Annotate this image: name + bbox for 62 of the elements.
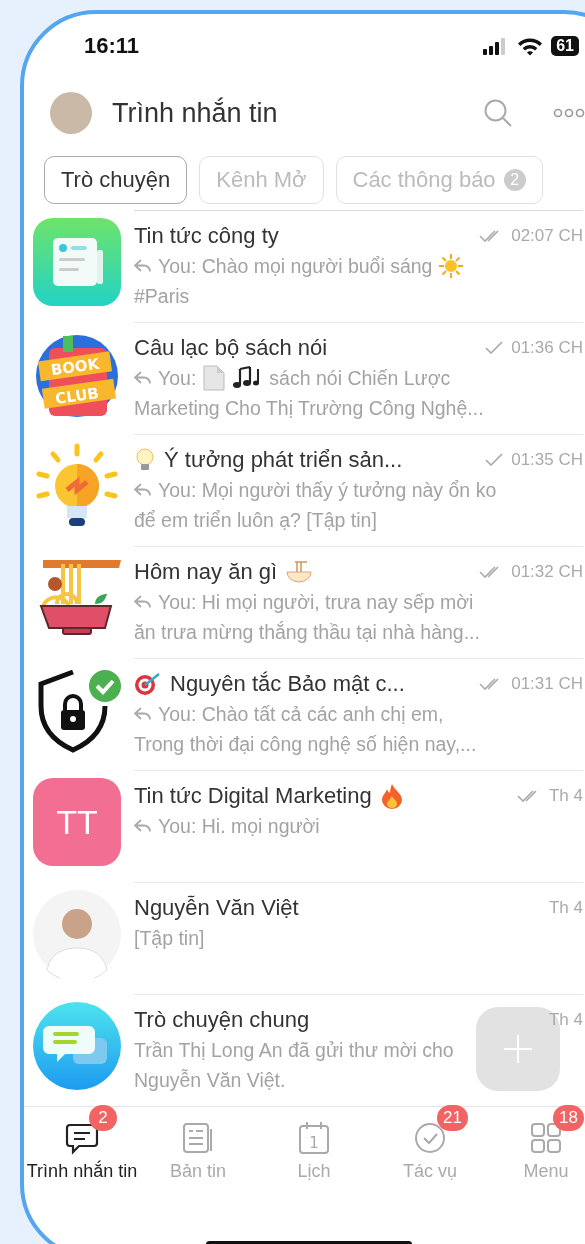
noodle-bowl-icon: [285, 560, 314, 584]
chat-time: 02:07 CH: [511, 226, 583, 246]
message-preview: [Tập tin]: [134, 926, 205, 951]
check-circle-icon: [413, 1121, 447, 1155]
grid-icon: [529, 1121, 563, 1155]
flame-icon: [379, 783, 404, 809]
chat-title: Tin tức công ty: [134, 223, 279, 249]
message-preview: You: Chào tất cả các anh chị em,: [158, 702, 444, 727]
chat-title: Trò chuyện chung: [134, 1007, 310, 1033]
initials-avatar: TT: [33, 778, 121, 866]
message-preview: ăn trưa mừng thắng thầu tại nhà hàng...: [134, 620, 480, 645]
chat-title: Tin tức Digital Marketing: [134, 783, 372, 809]
profile-avatar[interactable]: [50, 92, 92, 134]
message-preview: Trong thời đại công nghệ số hiện nay,...: [134, 732, 477, 757]
more-icon[interactable]: [553, 108, 585, 118]
lightbulb-icon: [134, 448, 156, 472]
filter-chip[interactable]: Trò chuyện: [44, 156, 188, 204]
chat-title: Nguyên tắc Bảo mật c...: [170, 671, 405, 697]
chat-title: Câu lạc bộ sách nói: [134, 335, 328, 361]
chat-time: Th 4: [548, 1010, 583, 1030]
message-preview: You: Mọi người thấy ý tưởng này ổn ko: [158, 478, 497, 503]
plus-icon: [503, 1034, 533, 1064]
sun-icon: [439, 254, 464, 278]
message-preview: You: Hi mọi người, trưa nay sếp mời: [158, 590, 474, 615]
chat-time: 01:32 CH: [511, 562, 583, 582]
chat-icon: [65, 1121, 99, 1155]
message-preview: Marketing Cho Thị Trường Công Nghệ...: [134, 396, 484, 421]
message-preview: You: Hi. mọi người: [158, 814, 320, 839]
chat-time: Th 4: [548, 898, 583, 918]
chat-time: Th 4: [548, 786, 583, 806]
message-preview: You: Chào mọi người buổi sáng: [158, 254, 433, 279]
notification-badge: 18: [553, 1105, 584, 1131]
document-icon: [203, 365, 226, 391]
newspaper-icon: [181, 1121, 215, 1155]
message-preview: Nguyễn Văn Việt.: [134, 1068, 286, 1093]
chat-title: Nguyễn Văn Việt: [134, 895, 299, 921]
screen-title: Trình nhắn tin: [112, 97, 278, 129]
search-icon[interactable]: [483, 98, 513, 128]
nav-tab[interactable]: 2 Trình nhắn tin: [24, 1107, 140, 1182]
nav-tab[interactable]: Bản tin: [140, 1107, 256, 1182]
message-preview: để em triển luôn ạ? [Tập tin]: [134, 508, 377, 533]
nav-tab[interactable]: 21 Tác vụ: [372, 1107, 488, 1182]
status-time: 16:11: [84, 33, 140, 59]
message-preview: sách nói Chiến Lược: [269, 366, 451, 391]
wifi-icon: [517, 36, 544, 56]
nav-tab[interactable]: 1 Lịch: [256, 1107, 372, 1182]
filter-chip[interactable]: Kênh Mở: [199, 156, 324, 204]
nav-tab[interactable]: 18 Menu: [488, 1107, 585, 1182]
message-preview: Trần Thị Long An đã gửi thư mời cho: [134, 1038, 454, 1063]
chat-title: Hôm nay ăn gì: [134, 559, 278, 585]
chat-title: Ý tưởng phát triển sản...: [164, 447, 403, 473]
message-preview: #Paris: [134, 284, 190, 309]
battery-indicator: 61: [551, 36, 579, 56]
dart-target-icon: [134, 672, 162, 696]
check-icon: [485, 453, 506, 467]
notification-badge: 2: [89, 1105, 117, 1131]
notification-badge: 21: [437, 1105, 468, 1131]
check-icon: [485, 341, 506, 355]
message-preview: You:: [158, 366, 197, 391]
chat-time: 01:31 CH: [511, 674, 583, 694]
chat-time: 01:36 CH: [511, 338, 583, 358]
chat-time: 01:35 CH: [511, 450, 583, 470]
